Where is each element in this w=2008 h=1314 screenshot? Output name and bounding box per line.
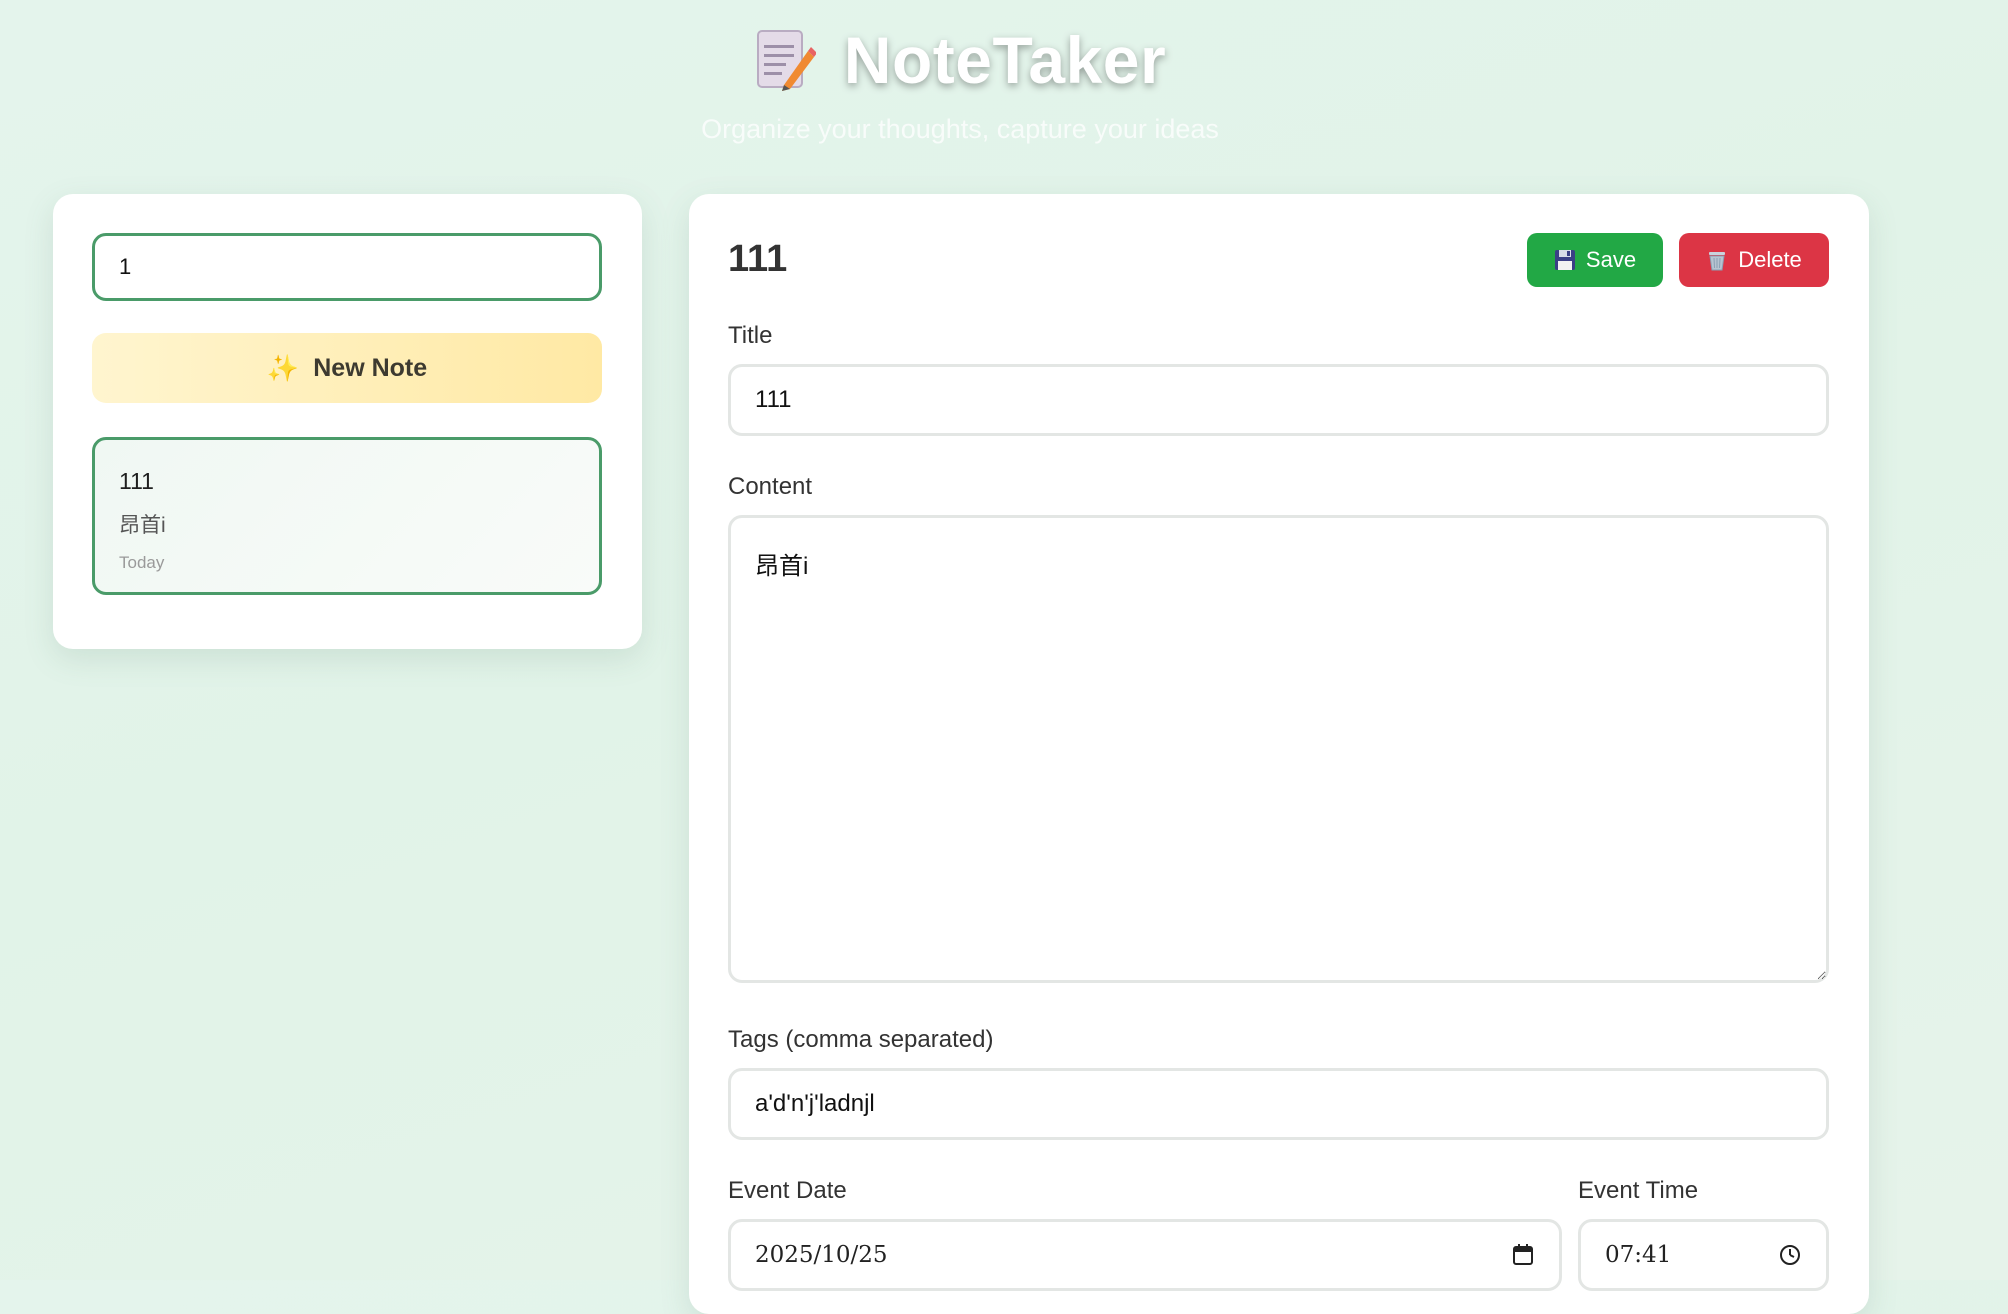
title-field[interactable] [728, 364, 1829, 436]
header-row: NoteTaker [0, 22, 1920, 98]
floppy-disk-icon [1554, 249, 1576, 271]
note-item-preview: 昂首i [119, 514, 166, 537]
tags-label: Tags (comma separated) [728, 1026, 994, 1053]
new-note-label: New Note [313, 353, 428, 382]
delete-label: Delete [1738, 247, 1802, 272]
new-note-button[interactable]: ✨ New Note [92, 333, 602, 403]
title-label: Title [728, 322, 773, 349]
note-item-date: Today [119, 553, 165, 572]
search-input[interactable] [92, 233, 602, 301]
content-textarea[interactable]: 昂首i [728, 515, 1829, 983]
event-date-value: 2025/10/25 [755, 1242, 888, 1268]
app-title: NoteTaker [843, 23, 1167, 97]
content-label: Content [728, 473, 813, 500]
app-tagline: Organize your thoughts, capture your ide… [701, 114, 1219, 144]
app-header: NoteTaker Organize your thoughts, captur… [0, 0, 1920, 170]
tags-field[interactable] [728, 1068, 1829, 1140]
note-editor: 111 Save Delete Title Content 昂首i T [689, 194, 1869, 1314]
wastebasket-icon [1706, 249, 1728, 271]
memo-icon [754, 27, 817, 93]
event-time-label: Event Time [1578, 1177, 1699, 1204]
note-item-title: 111 [119, 468, 154, 494]
notes-sidebar: ✨ New Note 111 昂首i Today [53, 194, 642, 649]
sparkles-icon: ✨ [266, 352, 300, 383]
note-list-item[interactable]: 111 昂首i Today [92, 437, 602, 595]
event-date-label: Event Date [728, 1177, 847, 1204]
event-date-field[interactable]: 2025/10/25 [728, 1219, 1562, 1291]
event-time-value: 07:41 [1605, 1242, 1672, 1268]
editor-heading: 111 [728, 238, 788, 280]
calendar-icon[interactable] [1511, 1243, 1535, 1267]
clock-icon[interactable] [1778, 1243, 1802, 1267]
event-time-field[interactable]: 07:41 [1578, 1219, 1829, 1291]
delete-button[interactable]: Delete [1679, 233, 1829, 287]
save-label: Save [1585, 247, 1637, 272]
save-button[interactable]: Save [1527, 233, 1663, 287]
